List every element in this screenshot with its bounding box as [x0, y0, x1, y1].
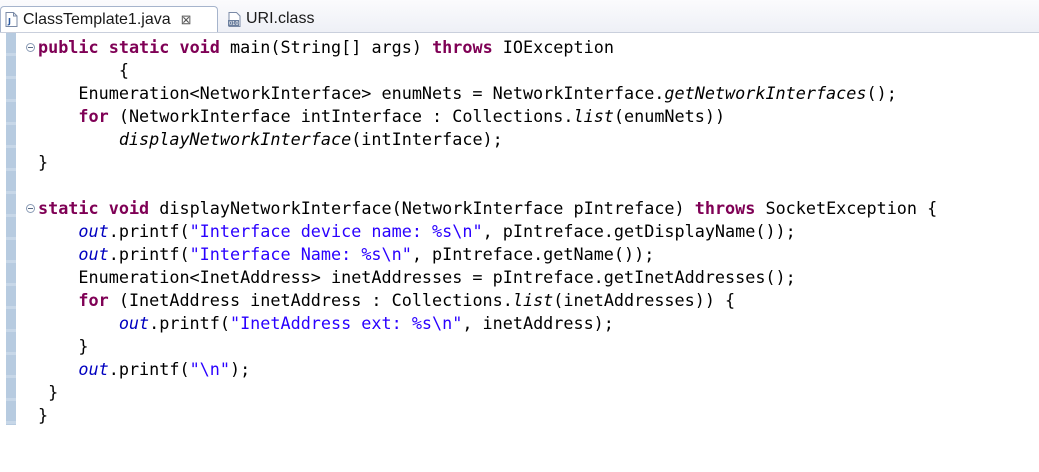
code-token: for: [78, 106, 109, 126]
code-token: void: [179, 37, 220, 57]
code-token: static: [38, 198, 99, 218]
code-token: throws: [694, 198, 756, 218]
code-token: "Interface device name: %s\n": [189, 221, 483, 241]
code-token: displayNetworkInterface: [118, 129, 352, 149]
code-token: void: [108, 198, 150, 218]
code-token: }: [38, 336, 89, 356]
code-line[interactable]: public static void main(String[] args) t…: [38, 36, 937, 59]
code-line[interactable]: {: [38, 59, 937, 82]
code-token: ();: [866, 83, 897, 103]
code-token: }: [38, 405, 49, 425]
collapse-icon[interactable]: [26, 204, 35, 213]
code-token: "Interface Name: %s\n": [189, 244, 412, 264]
code-token: IOException: [492, 37, 614, 57]
code-line[interactable]: [38, 174, 937, 197]
code-token: , inetAddress);: [462, 313, 614, 333]
code-token: out: [118, 313, 150, 333]
code-token: Enumeration<InetAddress> inetAddresses =…: [38, 267, 796, 287]
code-token: getNetworkInterfaces: [664, 83, 867, 103]
code-token: }: [38, 152, 49, 172]
code-token: }: [38, 382, 59, 402]
code-token: displayNetworkInterface(NetworkInterface…: [149, 198, 695, 218]
tab-label: URI.class: [246, 10, 315, 27]
code-line[interactable]: for (InetAddress inetAddress : Collectio…: [38, 289, 937, 312]
code-line[interactable]: Enumeration<NetworkInterface> enumNets =…: [38, 82, 937, 105]
tab-uri-class[interactable]: 010 URI.class: [222, 6, 320, 32]
code-token: list: [512, 290, 554, 310]
code-token: list: [573, 106, 614, 126]
code-token: .printf(: [108, 359, 190, 379]
tab-classtemplate1-java[interactable]: J ClassTemplate1.java ⊠: [0, 6, 218, 32]
code-token: SocketException {: [755, 198, 938, 218]
editor-tab-bar: J ClassTemplate1.java ⊠ 010 URI.class: [0, 0, 1039, 33]
code-token: "\n": [189, 359, 230, 379]
code-line[interactable]: displayNetworkInterface(intInterface);: [38, 128, 937, 151]
code-line[interactable]: Enumeration<InetAddress> inetAddresses =…: [38, 266, 937, 289]
code-line[interactable]: static void displayNetworkInterface(Netw…: [38, 197, 937, 220]
code-line[interactable]: }: [38, 335, 937, 358]
code-line[interactable]: }: [38, 151, 937, 174]
code-token: (intInterface);: [351, 129, 503, 149]
code-token: .printf(: [108, 221, 190, 241]
collapse-icon[interactable]: [26, 43, 35, 52]
code-token: out: [78, 359, 109, 379]
code-token: static: [108, 37, 170, 57]
code-token: out: [78, 244, 109, 264]
code-line[interactable]: out.printf("Interface device name: %s\n"…: [38, 220, 937, 243]
code-token: main(String[] args): [219, 37, 433, 57]
code-token: for: [78, 290, 109, 310]
code-token: (InetAddress inetAddress : Collections.: [108, 290, 513, 310]
svg-text:J: J: [7, 17, 11, 26]
tab-label: ClassTemplate1.java: [23, 10, 171, 28]
code-token: );: [229, 359, 251, 379]
code-token: (inetAddresses)) {: [553, 290, 736, 310]
code-token: Enumeration<NetworkInterface> enumNets =…: [38, 83, 665, 103]
code-token: , pIntreface.getName());: [411, 244, 655, 264]
code-token: , pIntreface.getDisplayName());: [482, 221, 796, 241]
code-area[interactable]: public static void main(String[] args) t…: [38, 36, 937, 427]
code-line[interactable]: out.printf("InetAddress ext: %s\n", inet…: [38, 312, 937, 335]
code-token: public: [38, 37, 99, 57]
code-token: "InetAddress ext: %s\n": [229, 313, 463, 333]
code-line[interactable]: }: [38, 404, 937, 427]
code-token: throws: [432, 37, 493, 57]
code-line[interactable]: out.printf("Interface Name: %s\n", pIntr…: [38, 243, 937, 266]
code-token: (NetworkInterface intInterface : Collect…: [108, 106, 574, 126]
editor-overview-ruler: [6, 33, 16, 425]
svg-text:010: 010: [229, 21, 239, 27]
code-token: .printf(: [108, 244, 190, 264]
code-token: (enumNets)): [613, 106, 726, 126]
code-token: out: [78, 221, 109, 241]
code-token: {: [38, 60, 129, 80]
class-file-icon: 010: [228, 11, 241, 27]
java-file-icon: J: [5, 12, 18, 27]
code-line[interactable]: for (NetworkInterface intInterface : Col…: [38, 105, 937, 128]
code-line[interactable]: out.printf("\n");: [38, 358, 937, 381]
code-token: .printf(: [149, 313, 230, 333]
code-line[interactable]: }: [38, 381, 937, 404]
close-icon[interactable]: ⊠: [181, 12, 192, 28]
